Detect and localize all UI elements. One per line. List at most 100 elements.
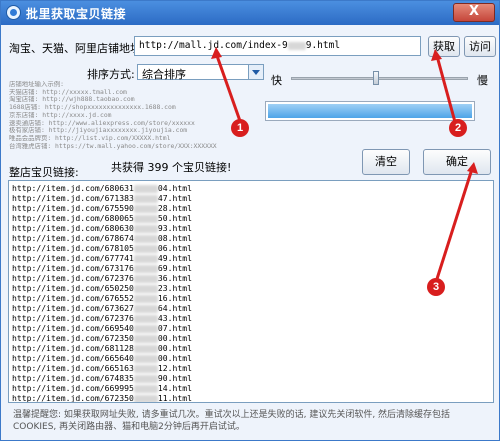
shop-url-label: 淘宝、天猫、阿里店铺地址: bbox=[9, 42, 145, 55]
app-window: 批里获取宝贝链接 X 淘宝、天猫、阿里店铺地址: http://mall.jd.… bbox=[0, 0, 500, 441]
link-start: http://item.jd.com/671383 bbox=[12, 193, 134, 203]
link-start: http://item.jd.com/677741 bbox=[12, 253, 134, 263]
sort-select[interactable]: 综合排序 bbox=[137, 64, 264, 81]
speed-slider-track[interactable] bbox=[291, 77, 468, 80]
url-example-line: 1688店铺: http://shopxxxxxxxxxxxxxx.1688.c… bbox=[9, 104, 176, 112]
link-start: http://item.jd.com/669995 bbox=[12, 383, 134, 393]
list-item[interactable]: http://item.jd.com/650250 23.html bbox=[12, 283, 490, 293]
link-start: http://item.jd.com/678105 bbox=[12, 243, 134, 253]
list-item[interactable]: http://item.jd.com/665163 12.html bbox=[12, 363, 490, 373]
link-start: http://item.jd.com/681128 bbox=[12, 343, 134, 353]
url-example-line: 极有家店铺: http://jiyoujiaxxxxxxxx.jiyoujia.… bbox=[9, 127, 188, 135]
clear-button[interactable]: 清空 bbox=[362, 149, 410, 175]
link-start: http://item.jd.com/674835 bbox=[12, 373, 134, 383]
annotation-marker-2: 2 bbox=[449, 119, 467, 137]
list-item[interactable]: http://item.jd.com/665640 00.html bbox=[12, 353, 490, 363]
link-start: http://item.jd.com/672376 bbox=[12, 313, 134, 323]
list-item[interactable]: http://item.jd.com/677741 49.html bbox=[12, 253, 490, 263]
link-start: http://item.jd.com/650250 bbox=[12, 283, 134, 293]
window-title: 批里获取宝贝链接 bbox=[26, 7, 127, 21]
link-end: 50.html bbox=[157, 213, 192, 223]
sort-selected-value: 综合排序 bbox=[142, 68, 186, 81]
link-end: 14.html bbox=[157, 383, 192, 393]
redacted-region bbox=[133, 254, 158, 263]
speed-slider-thumb[interactable] bbox=[372, 71, 379, 85]
redacted-region bbox=[133, 384, 158, 393]
fetch-button[interactable]: 获取 bbox=[428, 36, 460, 57]
redacted-region bbox=[133, 374, 158, 383]
link-start: http://item.jd.com/672350 bbox=[12, 393, 134, 403]
list-item[interactable]: http://item.jd.com/680630 93.html bbox=[12, 223, 490, 233]
link-start: http://item.jd.com/672376 bbox=[12, 273, 134, 283]
link-start: http://item.jd.com/680065 bbox=[12, 213, 134, 223]
link-end: 04.html bbox=[157, 183, 192, 193]
list-item[interactable]: http://item.jd.com/671383 47.html bbox=[12, 193, 490, 203]
link-start: http://item.jd.com/665640 bbox=[12, 353, 134, 363]
redacted-region bbox=[133, 324, 158, 333]
redacted-region bbox=[133, 284, 158, 293]
list-item[interactable]: http://item.jd.com/680631 04.html bbox=[12, 183, 490, 193]
close-button[interactable]: X bbox=[453, 3, 495, 22]
progress-bar bbox=[265, 101, 475, 121]
links-list[interactable]: http://item.jd.com/680631 04.html http://i… bbox=[8, 180, 494, 403]
url-example-line: 唯品会品牌页: http://list.vip.com/XXXXX.html bbox=[9, 134, 171, 142]
list-item[interactable]: http://item.jd.com/672376 36.html bbox=[12, 273, 490, 283]
redacted-region bbox=[133, 394, 158, 402]
link-end: 00.html bbox=[157, 333, 192, 343]
confirm-button[interactable]: 确定 bbox=[423, 149, 491, 175]
redacted-region bbox=[133, 264, 158, 273]
redacted-region bbox=[133, 314, 158, 323]
redacted-region bbox=[133, 274, 158, 283]
list-item[interactable]: http://item.jd.com/669540 07.html bbox=[12, 323, 490, 333]
link-start: http://item.jd.com/669540 bbox=[12, 323, 134, 333]
list-item[interactable]: http://item.jd.com/669995 14.html bbox=[12, 383, 490, 393]
link-start: http://item.jd.com/676552 bbox=[12, 293, 134, 303]
url-example-line: 台湾雅虎店铺: https://tw.mall.yahoo.com/store/… bbox=[9, 142, 217, 150]
link-end: 11.html bbox=[157, 393, 192, 403]
redacted-region bbox=[287, 41, 306, 50]
list-item[interactable]: http://item.jd.com/676552 16.html bbox=[12, 293, 490, 303]
link-end: 07.html bbox=[157, 323, 192, 333]
redacted-region bbox=[133, 194, 158, 203]
list-item[interactable]: http://item.jd.com/678105 06.html bbox=[12, 243, 490, 253]
url-example-line: 速卖通店铺: http://www.aliexpress.com/store/x… bbox=[9, 119, 195, 127]
list-item[interactable]: http://item.jd.com/680065 50.html bbox=[12, 213, 490, 223]
link-end: 00.html bbox=[157, 353, 192, 363]
result-count-text: 共获得 399 个宝贝链接! bbox=[111, 161, 232, 174]
redacted-region bbox=[133, 364, 158, 373]
url-example-line: 店铺地址输入示例: bbox=[9, 81, 64, 88]
list-item[interactable]: http://item.jd.com/681128 00.html bbox=[12, 343, 490, 353]
link-end: 49.html bbox=[157, 253, 192, 263]
shop-url-input[interactable]: http://mall.jd.com/index-9 9.html bbox=[134, 36, 421, 56]
link-end: 93.html bbox=[157, 223, 192, 233]
annotation-marker-1: 1 bbox=[231, 119, 249, 137]
list-item[interactable]: http://item.jd.com/674835 90.html bbox=[12, 373, 490, 383]
link-end: 36.html bbox=[157, 273, 192, 283]
progress-fill bbox=[268, 104, 472, 118]
list-item[interactable]: http://item.jd.com/672350 11.html bbox=[12, 393, 490, 403]
app-logo-icon bbox=[6, 5, 21, 20]
redacted-region bbox=[133, 184, 158, 193]
speed-slow-label: 慢 bbox=[477, 74, 488, 87]
list-item[interactable]: http://item.jd.com/673627 64.html bbox=[12, 303, 490, 313]
link-end: 00.html bbox=[157, 343, 192, 353]
list-item[interactable]: http://item.jd.com/672376 43.html bbox=[12, 313, 490, 323]
link-start: http://item.jd.com/673627 bbox=[12, 303, 134, 313]
title-bar[interactable]: 批里获取宝贝链接 X bbox=[1, 1, 499, 25]
redacted-region bbox=[133, 244, 158, 253]
link-end: 12.html bbox=[157, 363, 192, 373]
url-example-line: 淘宝店铺: http://wjh888.taobao.com bbox=[9, 96, 135, 104]
chevron-down-icon[interactable] bbox=[248, 65, 263, 79]
annotation-marker-3: 3 bbox=[427, 278, 445, 296]
link-end: 16.html bbox=[157, 293, 192, 303]
redacted-region bbox=[133, 214, 158, 223]
list-item[interactable]: http://item.jd.com/673176 69.html bbox=[12, 263, 490, 273]
list-item[interactable]: http://item.jd.com/675590 28.html bbox=[12, 203, 490, 213]
results-label: 整店宝贝链接: bbox=[9, 166, 79, 179]
redacted-region bbox=[133, 224, 158, 233]
url-examples: 店铺地址输入示例: 天猫店铺: http://xxxxx.tmall.com 淘宝店… bbox=[9, 81, 264, 150]
list-item[interactable]: http://item.jd.com/678674 08.html bbox=[12, 233, 490, 243]
redacted-region bbox=[133, 354, 158, 363]
list-item[interactable]: http://item.jd.com/672350 00.html bbox=[12, 333, 490, 343]
visit-button[interactable]: 访问 bbox=[464, 36, 496, 57]
